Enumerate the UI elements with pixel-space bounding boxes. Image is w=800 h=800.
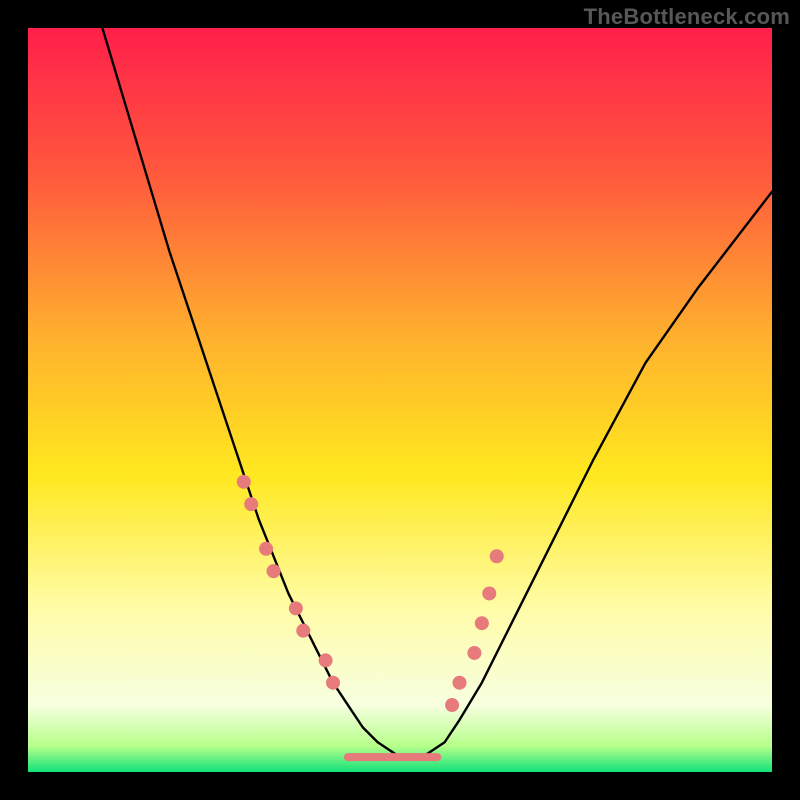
marker-markers-right — [475, 616, 489, 630]
marker-markers-right — [482, 586, 496, 600]
marker-markers-right — [490, 549, 504, 563]
marker-markers-left — [259, 542, 273, 556]
marker-markers-right — [467, 646, 481, 660]
marker-markers-left — [289, 601, 303, 615]
marker-markers-left — [296, 624, 310, 638]
marker-markers-right — [445, 698, 459, 712]
chart-svg — [28, 28, 772, 772]
gradient-background — [28, 28, 772, 772]
marker-markers-left — [237, 475, 251, 489]
marker-markers-left — [319, 653, 333, 667]
watermark-text: TheBottleneck.com — [584, 4, 790, 30]
marker-markers-left — [244, 497, 258, 511]
marker-markers-right — [453, 676, 467, 690]
chart-frame: TheBottleneck.com — [0, 0, 800, 800]
marker-markers-left — [326, 676, 340, 690]
chart-plot-area — [28, 28, 772, 772]
marker-markers-left — [267, 564, 281, 578]
